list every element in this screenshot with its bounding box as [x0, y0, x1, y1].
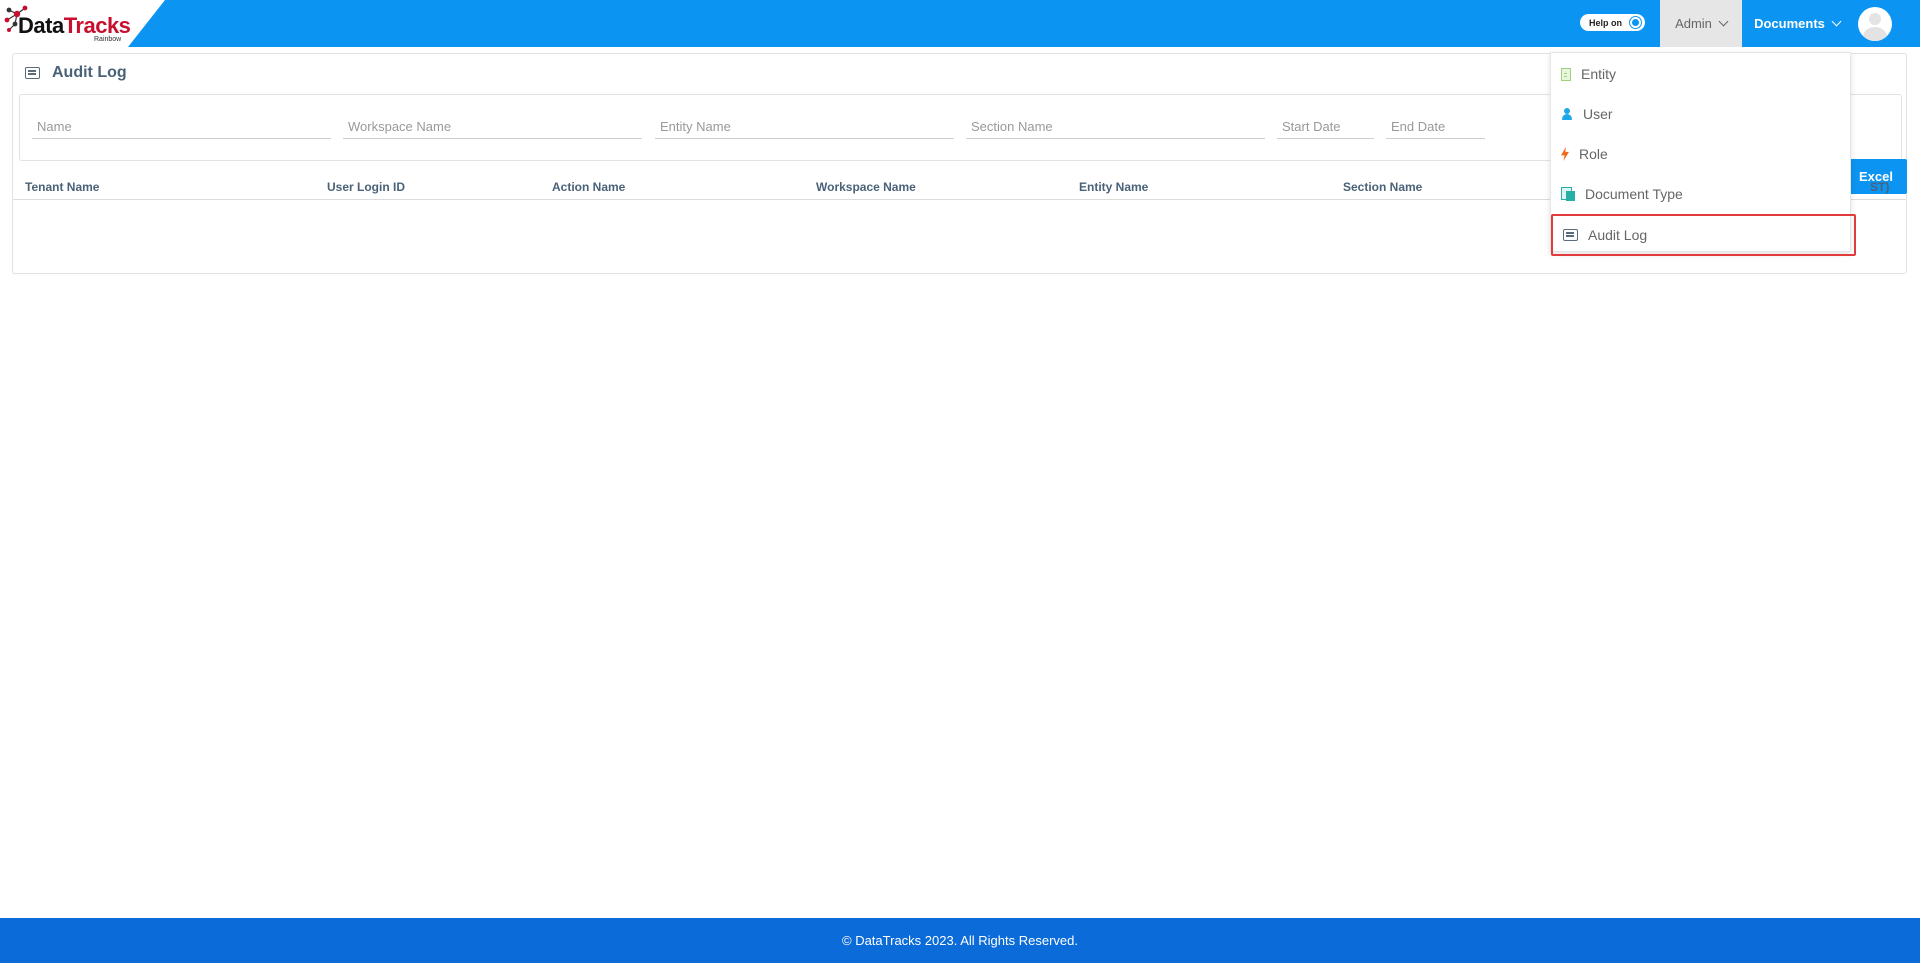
- menu-item-entity[interactable]: Entity: [1551, 54, 1852, 94]
- admin-menu-button[interactable]: Admin: [1660, 0, 1742, 47]
- menu-item-label: Entity: [1581, 66, 1617, 82]
- toggle-knob-icon: [1630, 17, 1641, 28]
- avatar-body-icon: [1863, 27, 1887, 41]
- user-avatar[interactable]: [1858, 7, 1892, 41]
- audit-log-icon: [25, 67, 40, 79]
- section-filter-input[interactable]: [966, 115, 1265, 139]
- column-header-tenant-name[interactable]: Tenant Name: [25, 180, 99, 194]
- menu-item-document-type[interactable]: Document Type: [1551, 174, 1852, 214]
- chevron-down-icon: [1718, 16, 1729, 27]
- entity-icon: [1561, 67, 1571, 81]
- user-icon: [1561, 108, 1573, 120]
- page-title-text: Audit Log: [52, 64, 127, 81]
- end-date-input[interactable]: [1386, 115, 1485, 139]
- menu-item-label: Document Type: [1585, 186, 1683, 202]
- lightning-bolt-icon: [1561, 147, 1569, 161]
- menu-item-role[interactable]: Role: [1551, 134, 1852, 174]
- footer-copyright: © DataTracks 2023. All Rights Reserved.: [842, 933, 1078, 948]
- menu-item-user[interactable]: User: [1551, 94, 1852, 134]
- help-toggle[interactable]: Help on: [1580, 14, 1645, 31]
- documents-menu-button[interactable]: Documents: [1742, 0, 1852, 47]
- documents-menu-label: Documents: [1754, 16, 1825, 31]
- help-toggle-label: Help on: [1589, 17, 1622, 28]
- footer: © DataTracks 2023. All Rights Reserved.: [0, 918, 1920, 963]
- avatar-head-icon: [1869, 13, 1881, 25]
- chevron-down-icon: [1831, 16, 1842, 27]
- column-header-action-name[interactable]: Action Name: [552, 180, 625, 194]
- menu-item-label: Audit Log: [1588, 227, 1648, 243]
- admin-menu-label: Admin: [1675, 16, 1712, 31]
- entity-filter-input[interactable]: [655, 115, 954, 139]
- workspace-filter-input[interactable]: [343, 115, 642, 139]
- column-header-entity-name[interactable]: Entity Name: [1079, 180, 1148, 194]
- audit-log-icon: [1563, 229, 1578, 241]
- menu-item-label: Role: [1579, 146, 1608, 162]
- document-type-icon: [1561, 187, 1575, 201]
- name-filter-input[interactable]: [32, 115, 331, 139]
- start-date-input[interactable]: [1277, 115, 1374, 139]
- column-header-section-name[interactable]: Section Name: [1343, 180, 1422, 194]
- column-header-workspace-name[interactable]: Workspace Name: [816, 180, 916, 194]
- column-header-user-login-id[interactable]: User Login ID: [327, 180, 405, 194]
- logo-subtitle: Rainbow: [94, 36, 122, 43]
- menu-item-audit-log[interactable]: Audit Log: [1551, 214, 1856, 256]
- menu-item-label: User: [1583, 106, 1613, 122]
- page-title: Audit Log: [25, 64, 127, 82]
- admin-dropdown-menu: Entity User Role Document Type Audit Log: [1550, 52, 1856, 256]
- logo[interactable]: DataTracks Rainbow: [0, 0, 165, 47]
- top-navbar: DataTracks Rainbow Help on Admin Documen…: [0, 0, 1920, 47]
- column-header-timestamp[interactable]: ST): [1870, 180, 1889, 194]
